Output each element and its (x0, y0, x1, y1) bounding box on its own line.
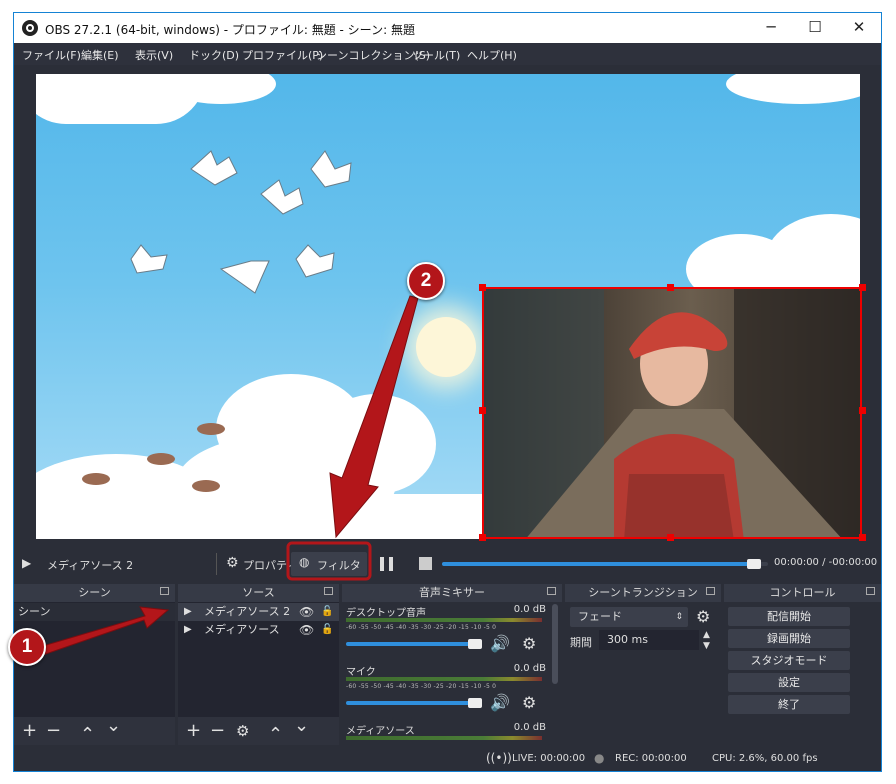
annotation-badge-1: 1 (8, 628, 46, 666)
arrow-2 (329, 295, 419, 539)
annotation-arrows (35, 295, 419, 657)
arrow-1 (35, 606, 170, 657)
filter-highlight-box (286, 541, 372, 581)
annotation-badge-2: 2 (407, 262, 445, 300)
